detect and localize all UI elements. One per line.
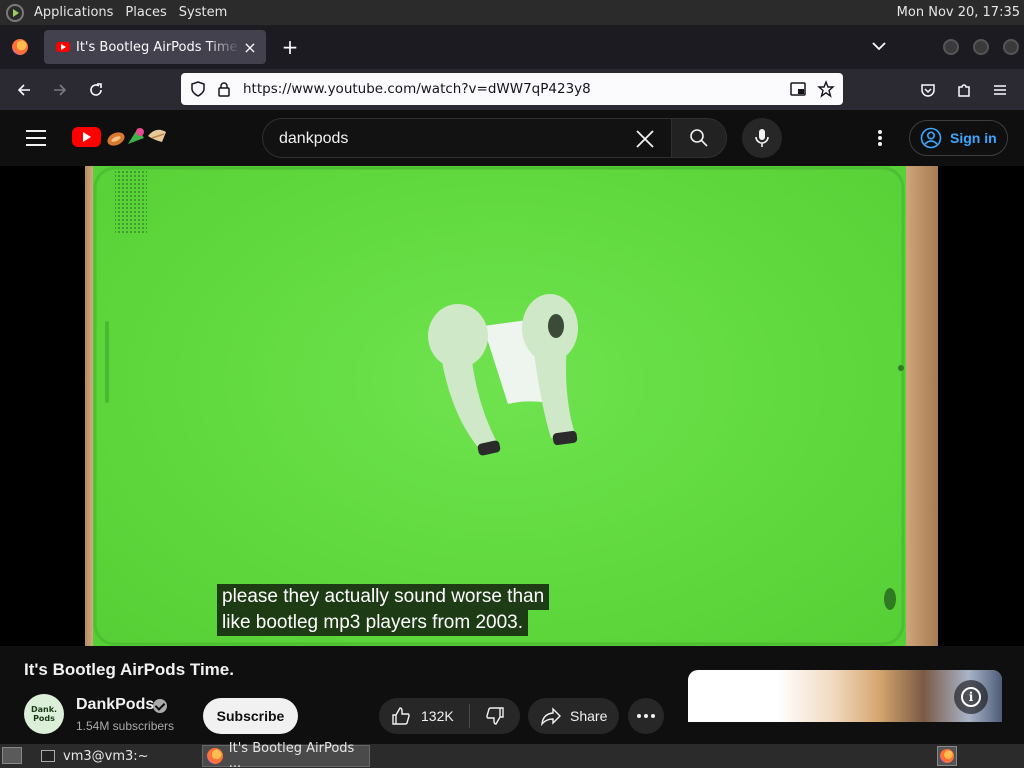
youtube-masthead: dankpods Sign in <box>0 110 1024 166</box>
reload-button[interactable] <box>83 77 109 103</box>
like-dislike-group: 132K <box>379 698 520 734</box>
ad-info-button[interactable]: i <box>954 680 988 714</box>
app-menu-button[interactable] <box>987 77 1013 103</box>
youtube-favicon-icon <box>56 42 70 52</box>
subscriber-count: 1.54M subscribers <box>76 719 175 733</box>
dislike-button[interactable] <box>470 698 520 734</box>
taskbar-item-firefox[interactable]: It's Bootleg AirPods ... <box>202 741 370 768</box>
puzzle-icon <box>958 84 970 97</box>
subscribe-button[interactable]: Subscribe <box>203 698 298 734</box>
channel-name[interactable]: DankPods <box>76 696 154 714</box>
guide-menu-icon[interactable] <box>26 130 46 146</box>
url-text[interactable]: https://www.youtube.com/watch?v=dWW7qP42… <box>243 73 591 105</box>
pocket-icon <box>921 84 935 97</box>
show-desktop-icon[interactable] <box>2 747 22 764</box>
lock-icon[interactable] <box>215 80 233 98</box>
clear-search-icon[interactable] <box>635 129 655 149</box>
tracking-protection-shield-icon[interactable] <box>189 80 207 98</box>
voice-search-button[interactable] <box>742 118 782 158</box>
bookmark-star-icon[interactable] <box>817 80 835 98</box>
taskbar-item-label: It's Bootleg AirPods ... <box>228 741 355 768</box>
search-button[interactable] <box>671 118 727 158</box>
share-arrow-icon <box>541 707 561 726</box>
ad-panel-footer <box>688 722 1002 744</box>
share-label: Share <box>570 708 608 724</box>
tray-firefox-icon[interactable] <box>937 746 957 766</box>
video-content-illustration <box>93 166 905 646</box>
hamburger-menu-icon <box>994 85 1006 95</box>
places-menu[interactable]: Places <box>119 0 172 25</box>
minimize-button[interactable] <box>943 39 959 55</box>
applications-menu[interactable]: Applications <box>28 0 119 25</box>
caption-line-2: like bootleg mp3 players from 2003. <box>217 610 528 636</box>
account-circle-icon <box>920 127 942 149</box>
share-button[interactable]: Share <box>528 698 619 734</box>
search-icon <box>690 129 708 147</box>
info-icon: i <box>961 687 981 707</box>
close-window-button[interactable] <box>1003 39 1019 55</box>
thumbs-up-icon <box>392 707 410 725</box>
new-tab-button[interactable]: + <box>280 35 300 59</box>
tab-close-icon[interactable]: × <box>240 38 260 57</box>
gnome-foot-icon[interactable] <box>6 3 24 22</box>
maximize-button[interactable] <box>973 39 989 55</box>
youtube-logo[interactable] <box>72 127 101 147</box>
settings-kebab-icon[interactable] <box>870 128 890 148</box>
list-all-tabs-icon[interactable] <box>870 37 888 55</box>
like-button[interactable]: 132K <box>379 698 469 734</box>
video-player[interactable]: please they actually sound worse than li… <box>0 166 1024 646</box>
clock[interactable]: Mon Nov 20, 17:35 <box>897 0 1020 25</box>
youtube-doodle-logo[interactable] <box>104 124 174 150</box>
forward-arrow-icon <box>54 84 67 96</box>
thumbs-down-icon <box>486 707 504 725</box>
like-count: 132K <box>421 708 454 724</box>
taskbar-item-terminal[interactable]: vm3@vm3:~ <box>36 745 196 767</box>
taskbar-item-label: vm3@vm3:~ <box>63 748 149 764</box>
sign-in-label: Sign in <box>950 130 997 146</box>
top-panel: Applications Places System Mon Nov 20, 1… <box>0 0 1024 25</box>
back-button[interactable] <box>11 77 37 103</box>
firefox-icon <box>207 748 223 764</box>
tab-youtube[interactable]: It's Bootleg AirPods Time. – YouTube × <box>44 30 266 64</box>
caption-line-1: please they actually sound worse than <box>217 584 550 610</box>
firefox-view-icon[interactable] <box>12 39 28 55</box>
sign-in-button[interactable]: Sign in <box>909 120 1008 156</box>
video-title: It's Bootleg AirPods Time. <box>24 660 234 679</box>
green-case-surface <box>93 166 907 646</box>
verified-badge-icon <box>153 699 167 713</box>
video-caption: please they actually sound worse than li… <box>217 584 550 636</box>
picture-in-picture-icon[interactable] <box>789 80 807 98</box>
ad-thumbnail[interactable]: i <box>688 670 1002 744</box>
extensions-button[interactable] <box>951 77 977 103</box>
screen: Applications Places System Mon Nov 20, 1… <box>0 0 1024 768</box>
nav-bar: https://www.youtube.com/watch?v=dWW7qP42… <box>0 69 1024 110</box>
microphone-icon <box>755 129 769 147</box>
search-value: dankpods <box>279 130 349 147</box>
system-menu[interactable]: System <box>173 0 233 25</box>
wood-edge-right <box>906 166 938 646</box>
video-frame[interactable] <box>85 166 938 646</box>
tab-title: It's Bootleg AirPods Time. – YouTube <box>76 39 240 55</box>
terminal-icon <box>41 750 55 762</box>
channel-avatar-text: Dank. Pods <box>30 705 58 723</box>
reload-icon <box>90 83 102 96</box>
url-bar[interactable]: https://www.youtube.com/watch?v=dWW7qP42… <box>181 73 843 105</box>
search-input[interactable]: dankpods <box>262 118 672 158</box>
pocket-button[interactable] <box>915 77 941 103</box>
back-arrow-icon <box>17 84 30 96</box>
tab-strip: It's Bootleg AirPods Time. – YouTube × + <box>0 25 1024 69</box>
more-actions-button[interactable] <box>628 698 664 734</box>
bottom-taskbar: vm3@vm3:~ It's Bootleg AirPods ... <box>0 741 1024 768</box>
forward-button[interactable] <box>47 77 73 103</box>
channel-avatar[interactable]: Dank. Pods <box>24 694 64 734</box>
